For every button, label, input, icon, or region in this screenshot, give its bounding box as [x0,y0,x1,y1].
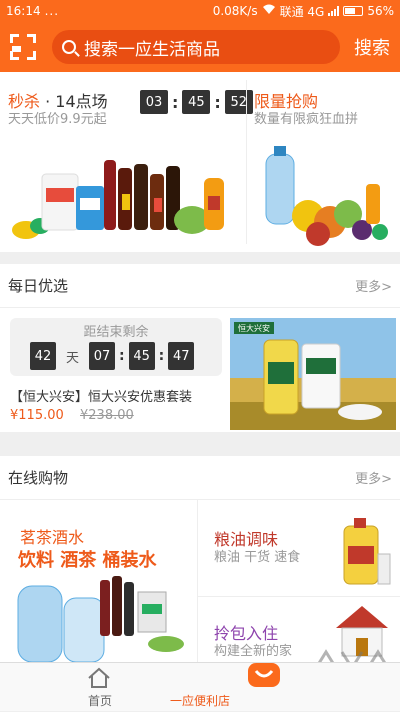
drinks-category-title[interactable]: 茗茶酒水 [20,524,84,548]
countdown-days: 42 [30,342,56,370]
grain-oil-category-subtitle: 粮油 干货 速食 [214,550,301,565]
countdown-minutes: 45 [128,342,155,370]
flash-sale-timer: 03 : 45 : 52 [140,90,253,114]
carrier-label: 联通 4G [279,4,325,19]
search-icon [62,40,76,54]
search-input[interactable]: 搜索一应生活商品 [52,30,340,64]
timer-hours: 03 [140,90,168,114]
limited-sale-products-image[interactable] [262,138,392,248]
flash-sale-section: 秒杀 · 14点场 天天低价9.9元起 03 : 45 : 52 限量抢购 数量… [0,72,400,252]
status-dots: ... [44,4,60,18]
store-icon [248,663,280,687]
countdown-hours: 07 [89,342,116,370]
tab-store[interactable]: 一应便利店 [100,663,300,712]
tab-store-label: 一应便利店 [169,694,230,708]
online-horizontal-divider [198,596,400,597]
countdown-seconds: 47 [168,342,195,370]
daily-section-header: 每日优选 更多> [0,264,400,308]
daily-product-name[interactable]: 【恒大兴安】恒大兴安优惠套装 [10,386,192,405]
battery-percent: 56% [367,4,394,18]
daily-product-price: ¥115.00 [10,408,64,423]
timer-seconds: 52 [224,90,253,114]
online-more-link[interactable]: 更多> [355,468,392,487]
online-section-title: 在线购物 [8,469,69,487]
flash-sale-products-image[interactable] [8,138,236,248]
limited-sale-subtitle: 数量有限疯狂血拼 [254,112,359,127]
daily-section: 距结束剩余 42 天 07 : 45 : 47 【恒大兴安】恒大兴安优惠套装 ¥… [0,308,400,432]
online-vertical-divider [197,500,198,662]
daily-product-old-price: ¥238.00 [80,408,134,423]
status-bar: 16:14 ... 0.08K/s 联通 4G 56% [0,0,400,22]
drinks-category-subtitle: 饮料 酒茶 桶装水 [18,550,157,571]
daily-more-link[interactable]: 更多> [355,276,392,295]
search-placeholder: 搜索一应生活商品 [84,39,220,60]
signal-icon [328,6,340,16]
banner-brand: 恒大兴安 [238,323,270,333]
drinks-category-image[interactable] [14,572,194,662]
network-speed: 0.08K/s [212,4,258,18]
bottom-tab-bar: 首页 一应便利店 [0,662,400,711]
grain-oil-category-image[interactable] [336,514,392,586]
battery-icon [343,6,364,16]
flash-divider [246,80,247,244]
countdown-panel: 距结束剩余 42 天 07 : 45 : 47 [10,318,222,376]
app-header: 搜索一应生活商品 搜索 [0,22,400,72]
search-button[interactable]: 搜索 [354,34,390,60]
countdown-label: 距结束剩余 [83,325,149,340]
online-section-header: 在线购物 更多> [0,456,400,500]
countdown-days-unit: 天 [66,350,80,366]
flash-sale-subtitle: 天天低价9.9元起 [8,112,107,127]
wifi-icon [262,4,276,18]
online-section: 茗茶酒水 饮料 酒茶 桶装水 粮油调味 粮油 干货 速食 拎包入住 构建全新的家 [0,500,400,662]
status-time: 16:14 [6,4,41,18]
daily-section-title: 每日优选 [8,277,69,295]
scan-icon[interactable] [10,34,36,60]
timer-minutes: 45 [182,90,211,114]
daily-product-banner[interactable]: 恒大兴安 [230,318,396,430]
